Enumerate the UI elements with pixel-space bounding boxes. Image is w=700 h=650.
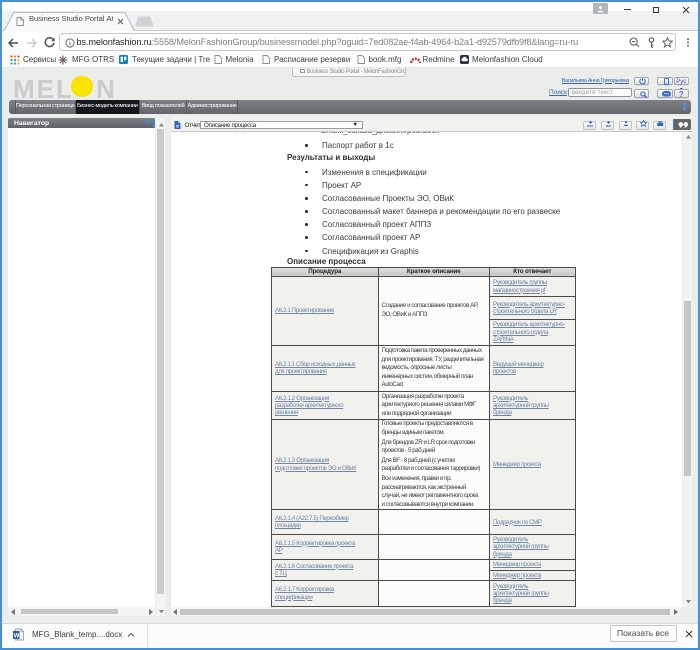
svg-text:W: W	[13, 633, 19, 639]
svg-text:PDF: PDF	[605, 123, 611, 126]
svg-text:DOC: DOC	[587, 123, 594, 126]
